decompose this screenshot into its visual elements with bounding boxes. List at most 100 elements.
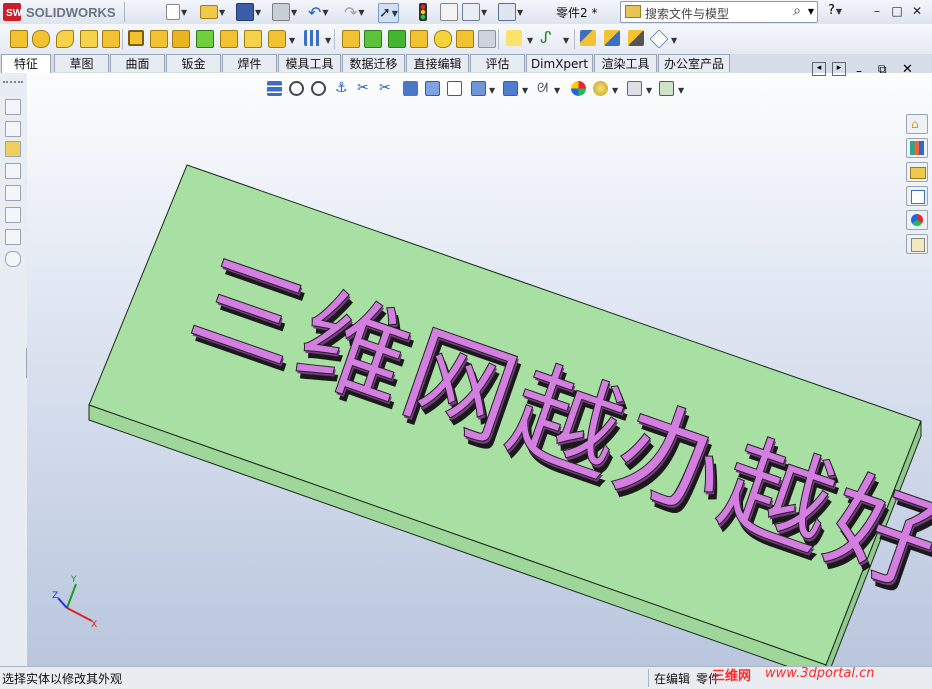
file-properties-button[interactable] xyxy=(440,3,458,21)
display-manager-icon[interactable] xyxy=(5,185,21,201)
feature-works-icon[interactable] xyxy=(604,30,620,46)
curves-icon[interactable]: ᔑ xyxy=(540,28,551,47)
chevron-down-icon: ▼ xyxy=(481,7,488,17)
solidworks-logo[interactable]: SW SOLIDWORKS xyxy=(2,2,122,22)
instant3d-icon[interactable] xyxy=(580,30,596,46)
printer-icon xyxy=(272,3,290,21)
close-button[interactable]: ✕ xyxy=(908,2,926,20)
title-bar: SW SOLIDWORKS ▼ ▼ ▼ ▼ ↶ ▼ ↷ ▼ ➚ ▼ ▼ ▼ 零件2 * xyxy=(0,0,932,25)
chevron-down-icon: ▼ xyxy=(181,7,188,17)
photoview-icon[interactable] xyxy=(5,251,21,267)
home-icon[interactable]: ⌂ xyxy=(906,114,928,134)
undo-icon: ↶ xyxy=(308,2,322,22)
fillet-icon[interactable] xyxy=(268,30,286,48)
file-explorer-icon[interactable] xyxy=(906,162,928,182)
triad-z-axis xyxy=(57,597,68,609)
boundary-cut-icon[interactable] xyxy=(244,30,262,48)
tab-sheet-metal[interactable]: 钣金 xyxy=(166,54,221,72)
chevron-down-icon: ▼ xyxy=(322,7,329,17)
graphics-area[interactable]: ⚓ ✂ ✂ ▼ ▼ ᘛ ▼ ▼ ▼ ▼ ◂ ▸ – ⧉ ✕ 三维网越办越好 三维… xyxy=(27,62,932,666)
wrap-icon[interactable] xyxy=(410,30,428,48)
help-icon: ? xyxy=(828,3,835,18)
appearances-scenes-icon[interactable] xyxy=(906,210,928,230)
tab-surfaces[interactable]: 曲面 xyxy=(110,54,165,72)
new-file-icon xyxy=(166,4,180,20)
lofted-cut-icon[interactable] xyxy=(220,30,238,48)
tab-direct-editing[interactable]: 直接编辑 xyxy=(406,54,469,72)
redo-button[interactable]: ↷ ▼ xyxy=(344,3,365,22)
panel-grip[interactable] xyxy=(3,81,23,85)
reference-geometry-icon[interactable] xyxy=(506,30,522,46)
extruded-cut-icon[interactable] xyxy=(128,30,144,46)
chevron-down-icon: ▼ xyxy=(391,8,398,18)
tab-evaluate[interactable]: 评估 xyxy=(470,54,525,72)
chevron-down-icon[interactable]: ▼ xyxy=(527,36,533,45)
view-palette-icon[interactable] xyxy=(906,186,928,206)
chevron-down-icon[interactable]: ▼ xyxy=(671,36,677,45)
help-button[interactable]: ?▼ xyxy=(828,3,842,18)
hole-wizard-icon[interactable] xyxy=(150,30,168,48)
select-button[interactable]: ➚ ▼ xyxy=(378,3,399,23)
cursor-arrow-icon: ➚ xyxy=(379,5,391,21)
tab-render-tools[interactable]: 渲染工具 xyxy=(594,54,657,72)
tab-dimxpert[interactable]: DimXpert xyxy=(526,54,593,72)
lofted-boss-icon[interactable] xyxy=(80,30,98,48)
window-grid-icon xyxy=(498,3,516,21)
tab-office-products[interactable]: 办公室产品 xyxy=(658,54,730,72)
shell-icon[interactable] xyxy=(388,30,406,48)
dimxpert-manager-icon[interactable] xyxy=(5,163,21,179)
simulation-icon[interactable] xyxy=(5,229,21,245)
draft-icon[interactable] xyxy=(364,30,382,48)
watermark-url: www.3dportal.cn xyxy=(765,666,875,681)
appearance-icon[interactable] xyxy=(649,29,669,49)
chevron-down-icon[interactable]: ▼ xyxy=(289,36,295,45)
linear-pattern-icon[interactable] xyxy=(304,30,320,46)
watermark-logo: 三维网 xyxy=(712,669,752,684)
revolved-boss-icon[interactable] xyxy=(32,30,50,48)
restore-button[interactable]: □ xyxy=(888,2,906,20)
macro-icon[interactable] xyxy=(628,30,644,46)
print-button[interactable]: ▼ xyxy=(272,3,297,21)
extruded-boss-icon[interactable] xyxy=(10,30,28,48)
swept-cut-icon[interactable] xyxy=(196,30,214,48)
swept-boss-icon[interactable] xyxy=(56,30,74,48)
search-placeholder: 搜索文件与模型 xyxy=(645,7,730,21)
cam-manager-icon[interactable] xyxy=(5,207,21,223)
tab-features[interactable]: 特征 xyxy=(1,54,51,73)
rebuild-button[interactable] xyxy=(418,3,428,21)
open-button[interactable]: ▼ xyxy=(200,3,225,21)
search-icon[interactable]: ⌕ xyxy=(793,3,801,19)
properties-icon xyxy=(440,3,458,21)
rib-icon[interactable] xyxy=(342,30,360,48)
triad-y-axis xyxy=(66,583,77,609)
chevron-down-icon[interactable]: ▼ xyxy=(808,7,814,16)
custom-properties-icon[interactable] xyxy=(906,234,928,254)
design-library-icon[interactable] xyxy=(906,138,928,158)
search-input[interactable]: 搜索文件与模型 ⌕ ▼ xyxy=(620,1,818,23)
configuration-manager-icon[interactable] xyxy=(5,141,21,157)
minimize-button[interactable]: – xyxy=(868,2,886,20)
flex-icon[interactable] xyxy=(478,30,496,48)
tab-weldments[interactable]: 焊件 xyxy=(222,54,277,72)
tab-data-migration[interactable]: 数据迁移 xyxy=(342,54,405,72)
boundary-boss-icon[interactable] xyxy=(102,30,120,48)
feature-manager-icon[interactable] xyxy=(5,99,21,115)
revolved-cut-icon[interactable] xyxy=(172,30,190,48)
chevron-down-icon[interactable]: ▼ xyxy=(325,36,331,45)
options-button[interactable]: ▼ xyxy=(462,3,487,21)
options-icon xyxy=(462,3,480,21)
new-document-button[interactable]: ▼ xyxy=(166,3,187,21)
undo-button[interactable]: ↶ ▼ xyxy=(308,2,329,22)
model-3d-view[interactable]: 三维网越办越好 三维网越办越好 三维网越办越好 Y X Z xyxy=(27,73,932,666)
save-button[interactable]: ▼ xyxy=(236,3,261,21)
separator xyxy=(124,2,125,22)
svg-text:SW: SW xyxy=(6,8,23,19)
window-tile-button[interactable]: ▼ xyxy=(498,3,523,21)
tab-sketch[interactable]: 草图 xyxy=(54,54,109,72)
property-manager-icon[interactable] xyxy=(5,121,21,137)
chevron-down-icon[interactable]: ▼ xyxy=(563,36,569,45)
mirror-icon[interactable] xyxy=(456,30,474,48)
tab-mold-tools[interactable]: 模具工具 xyxy=(278,54,341,72)
dome-icon[interactable] xyxy=(434,30,452,48)
coordinate-triad: Y X Z xyxy=(52,575,97,630)
